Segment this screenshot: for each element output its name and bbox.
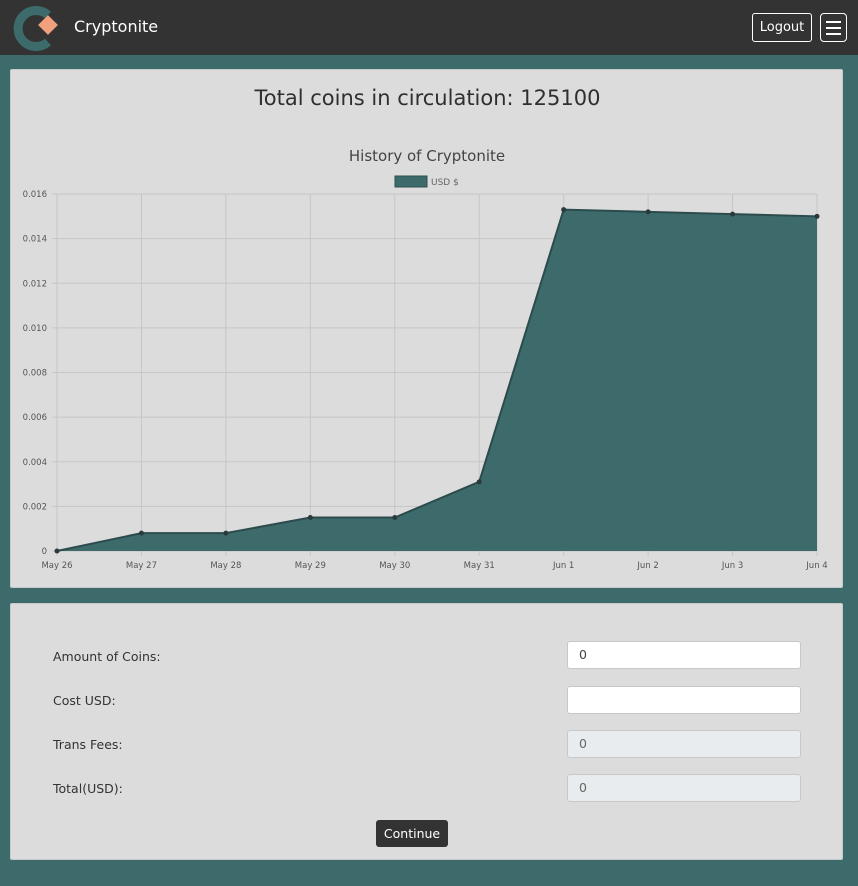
menu-line-icon — [826, 21, 841, 23]
y-tick-label: 0.008 — [23, 369, 47, 379]
trans-fees-label: Trans Fees: — [53, 737, 123, 752]
x-tick-label: May 31 — [464, 561, 495, 571]
purchase-form-card: Amount of Coins: 0 Cost USD: Trans Fees:… — [10, 603, 843, 860]
brand-name[interactable]: Cryptonite — [74, 17, 158, 36]
total-usd-field: 0 — [567, 774, 801, 802]
x-tick-label: May 28 — [210, 561, 241, 571]
y-tick-label: 0 — [42, 547, 47, 557]
data-point — [645, 209, 651, 215]
y-tick-label: 0.006 — [23, 413, 47, 423]
y-tick-label: 0.010 — [23, 324, 47, 334]
chart-card: Total coins in circulation: 125100 Histo… — [10, 69, 843, 588]
data-point — [561, 207, 567, 213]
navbar: Cryptonite Logout — [0, 0, 858, 55]
hamburger-menu-button[interactable] — [820, 13, 847, 42]
y-tick-label: 0.012 — [23, 279, 47, 289]
y-tick-label: 0.016 — [23, 190, 47, 200]
y-tick-label: 0.014 — [23, 235, 47, 245]
logout-button[interactable]: Logout — [752, 13, 812, 42]
x-tick-label: May 29 — [295, 561, 326, 571]
x-tick-label: May 30 — [379, 561, 410, 571]
menu-line-icon — [826, 33, 841, 35]
legend-label: USD $ — [431, 178, 459, 188]
cryptonite-logo-icon[interactable] — [12, 4, 60, 52]
amount-of-coins-label: Amount of Coins: — [53, 649, 161, 664]
data-point — [54, 548, 60, 554]
cost-usd-label: Cost USD: — [53, 693, 116, 708]
menu-line-icon — [826, 27, 841, 29]
data-point — [223, 530, 229, 536]
y-tick-label: 0.002 — [23, 502, 47, 512]
legend-swatch — [394, 175, 428, 188]
data-point — [814, 213, 820, 219]
x-tick-label: Jun 3 — [721, 561, 743, 571]
x-tick-label: Jun 1 — [552, 561, 574, 571]
amount-of-coins-input[interactable]: 0 — [567, 641, 801, 669]
data-point — [307, 515, 313, 521]
x-tick-label: Jun 4 — [805, 561, 827, 571]
x-tick-label: Jun 2 — [636, 561, 658, 571]
x-tick-label: May 27 — [126, 561, 157, 571]
data-point — [392, 515, 398, 521]
data-point — [138, 530, 144, 536]
y-tick-label: 0.004 — [23, 458, 47, 468]
continue-button[interactable]: Continue — [376, 820, 448, 847]
trans-fees-field: 0 — [567, 730, 801, 758]
total-usd-label: Total(USD): — [53, 781, 123, 796]
data-point — [476, 479, 482, 485]
cost-usd-input[interactable] — [567, 686, 801, 714]
data-point — [730, 211, 736, 217]
x-tick-label: May 26 — [41, 561, 72, 571]
chart-title: History of Cryptonite — [349, 147, 505, 165]
history-chart: History of Cryptonite USD $ 0 0.002 0.004 0.0… — [23, 147, 828, 571]
